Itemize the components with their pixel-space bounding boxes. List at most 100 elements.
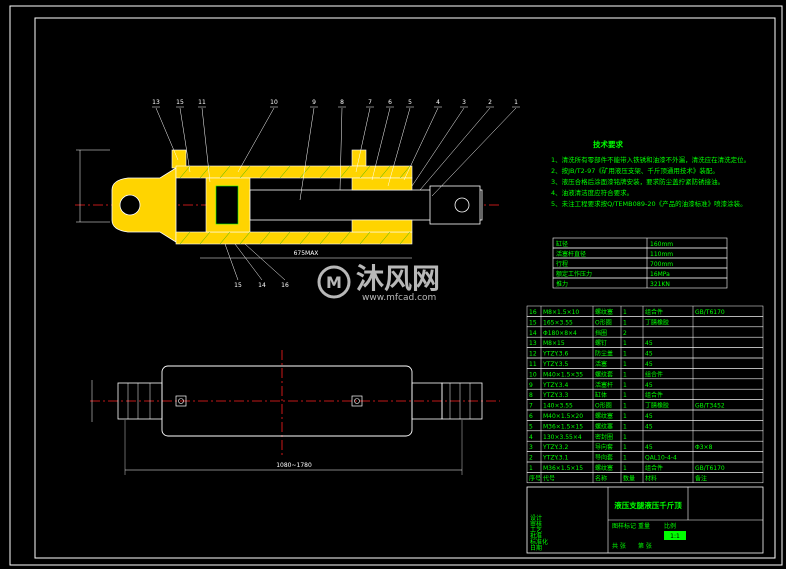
- bom-cell-qty: 1: [623, 455, 627, 462]
- balloon-11: 11: [198, 99, 206, 106]
- param-label: 行程: [556, 260, 568, 268]
- param-value: 16MPa: [650, 271, 670, 278]
- bom-cell-name: 缸体: [595, 391, 607, 399]
- bom-header-code: 代号: [543, 474, 555, 482]
- bom-cell-code: 130×3.55×4: [543, 434, 582, 441]
- bom-cell-note: GB/T6170: [695, 465, 725, 472]
- bom-cell-code: YTZY.3.4: [542, 382, 569, 389]
- drawing-title: 液压支腿液压千斤顶: [614, 500, 682, 510]
- balloon-3: 3: [462, 99, 466, 106]
- section-view: 675MAX 13 15 11 10 9 8 7 6 5 4 3 2 1 15 14 16: [75, 99, 520, 289]
- balloon-5: 5: [408, 99, 412, 106]
- bom-cell-name: 活塞: [595, 360, 607, 368]
- tech-req-item: 5、未注工程要求按Q/TEMB089-20《产品的油漆标准》喷漆涂装。: [551, 199, 747, 208]
- title-cell: 第 张: [638, 542, 652, 550]
- bom-cell-no: 4: [529, 434, 533, 441]
- bom-cell-qty: 2: [623, 330, 627, 337]
- param-label: 推力: [556, 280, 568, 288]
- bom-cell-no: 1: [529, 465, 533, 472]
- bom-cell-mat: 丁腈橡胶: [645, 402, 669, 410]
- balloon-15: 15: [176, 99, 184, 106]
- balloon-bottom-15: 15: [234, 282, 242, 289]
- param-label: 活塞杆直径: [556, 250, 586, 258]
- bom-cell-no: 7: [529, 403, 533, 410]
- bom-cell-code: YTZY.3.2: [542, 444, 569, 451]
- bom-table: 16 M8×1.5×10 螺纹塞 1 组合件 GB/T617015 165×3.55 O形圈 1…: [526, 305, 764, 484]
- tech-req-item: 1、清洗所有零部件不能带入铁锈和油漆不外漏，清洗应在清洗定位。: [551, 155, 750, 164]
- tech-req-item: 2、按JB/T2-97《矿用液压支架、千斤顶通用技术》装配。: [551, 166, 719, 175]
- tech-req-item: 3、液压合格后涂面漆铭牌安装，要求防尘盖拧紧防锈接油。: [551, 177, 724, 186]
- balloon-6: 6: [388, 99, 392, 106]
- bom-cell-name: O形圈: [595, 402, 612, 410]
- bom-cell-qty: 1: [623, 465, 627, 472]
- bom-cell-mat: 45: [645, 351, 653, 358]
- bom-cell-name: 螺纹塞: [595, 308, 613, 316]
- param-value: 321KN: [650, 281, 670, 288]
- bom-cell-no: 11: [529, 361, 537, 368]
- bom-cell-name: 活塞杆: [595, 381, 613, 389]
- bom-cell-code: M36×1.5×15: [543, 465, 583, 472]
- bom-cell-name: 螺钉: [595, 339, 607, 347]
- bom-cell-no: 5: [529, 423, 533, 430]
- balloon-4: 4: [436, 99, 440, 106]
- title-cell: 共 张: [612, 542, 626, 550]
- bom-cell-no: 12: [529, 351, 537, 358]
- bom-cell-name: O形圈: [595, 318, 612, 326]
- balloon-7: 7: [368, 99, 372, 106]
- watermark-brand: 沐风网: [356, 262, 440, 295]
- bom-cell-no: 9: [529, 382, 533, 389]
- bom-cell-mat: 45: [645, 444, 653, 451]
- bom-cell-qty: 1: [623, 351, 627, 358]
- bom-cell-qty: 1: [623, 371, 627, 378]
- bom-cell-qty: 1: [623, 340, 627, 347]
- bom-header-qty: 数量: [623, 474, 635, 482]
- bom-cell-qty: 1: [623, 403, 627, 410]
- bom-cell-no: 15: [529, 319, 537, 326]
- watermark: M 沐风网 www.mfcad.com: [317, 262, 440, 303]
- bom-cell-code: YTZY.3.3: [542, 392, 569, 399]
- balloon-bottom-14: 14: [258, 282, 266, 289]
- bom-cell-name: 螺纹塞: [595, 422, 613, 430]
- bom-cell-note: GB/T3452: [695, 403, 725, 410]
- bom-cell-qty: 1: [623, 392, 627, 399]
- title-cell: 重量: [638, 522, 650, 530]
- bom-cell-qty: 1: [623, 434, 627, 441]
- param-value: 160mm: [650, 241, 673, 248]
- bom-cell-mat: 组合件: [645, 370, 663, 378]
- bom-cell-no: 14: [529, 330, 537, 337]
- bom-header-mat: 材料: [645, 474, 657, 482]
- bom-cell-no: 13: [529, 340, 537, 347]
- title-cell: 比例: [664, 522, 676, 530]
- param-value: 700mm: [650, 261, 673, 268]
- bom-cell-mat: 组合件: [645, 308, 663, 316]
- param-label: 额定工作压力: [556, 270, 592, 278]
- bom-cell-name: 螺纹套: [595, 370, 613, 378]
- bom-cell-code: 165×3.55: [543, 319, 573, 326]
- balloon-1: 1: [514, 99, 518, 106]
- bom-cell-code: 140×3.55: [543, 403, 573, 410]
- bom-cell-code: YTZY.3.1: [542, 455, 569, 462]
- dim-text-top: 675MAX: [294, 250, 319, 257]
- tech-req-item: 4、油液清洁度应符合要求。: [551, 188, 633, 197]
- bom-header-no: 序号: [529, 474, 541, 482]
- bom-cell-name: 挡圈: [595, 329, 607, 337]
- bom-cell-name: 螺纹塞: [595, 464, 613, 472]
- bom-cell-qty: 1: [623, 413, 627, 420]
- bom-cell-qty: 1: [623, 444, 627, 451]
- scale-value: 1:1: [670, 533, 680, 540]
- bom-cell-name: 导向套: [595, 443, 613, 451]
- rod-eye-hole: [454, 197, 470, 213]
- bom-cell-qty: 1: [623, 423, 627, 430]
- dim-text-bottom: 1080~1780: [276, 462, 312, 469]
- bom-cell-qty: 1: [623, 309, 627, 316]
- bom-cell-code: YTZY.3.6: [542, 351, 569, 358]
- param-label: 缸径: [556, 240, 568, 248]
- clevis-pin-hole: [119, 194, 141, 216]
- bom-cell-note: GB/T6170: [695, 309, 725, 316]
- title-label: 日期: [530, 544, 542, 552]
- bom-cell-qty: 1: [623, 319, 627, 326]
- balloon-bottom-16: 16: [281, 282, 289, 289]
- balloon-10: 10: [270, 99, 278, 106]
- bom-cell-code: M40×1.5×20: [543, 413, 583, 420]
- bom-cell-no: 8: [529, 392, 533, 399]
